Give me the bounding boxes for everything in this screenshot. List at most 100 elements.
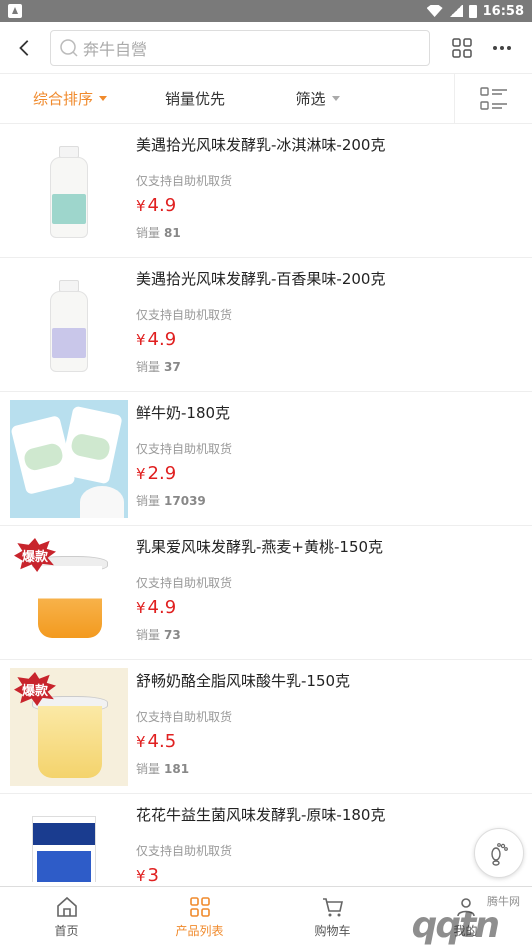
search-icon bbox=[60, 38, 78, 57]
price-value: 4.9 bbox=[147, 195, 177, 216]
cart-icon bbox=[322, 897, 343, 916]
tab-mine[interactable]: 我的 bbox=[399, 887, 532, 946]
product-image bbox=[10, 266, 128, 384]
product-image bbox=[10, 802, 128, 882]
product-price: ¥4.5 bbox=[136, 731, 532, 752]
back-arrow-icon bbox=[19, 39, 29, 56]
product-price: ¥3 bbox=[136, 865, 532, 886]
product-note: 仅支持自助机取货 bbox=[136, 710, 233, 724]
sales-count: 37 bbox=[164, 360, 181, 374]
product-note: 仅支持自助机取货 bbox=[136, 844, 233, 858]
search-input[interactable]: 奔牛自營 bbox=[50, 29, 430, 66]
back-button[interactable] bbox=[10, 33, 40, 63]
sales-label: 销量 bbox=[136, 494, 161, 508]
currency-symbol: ¥ bbox=[136, 867, 146, 885]
product-sales: 销量 73 bbox=[136, 626, 532, 643]
currency-symbol: ¥ bbox=[136, 733, 146, 751]
product-title: 花花牛益生菌风味发酵乳-原味-180克 bbox=[136, 806, 386, 824]
product-price: ¥4.9 bbox=[136, 597, 532, 618]
tab-cart[interactable]: 购物车 bbox=[266, 887, 399, 946]
product-image bbox=[10, 400, 128, 518]
caret-down-icon bbox=[99, 96, 107, 101]
product-image bbox=[10, 132, 128, 250]
view-toggle-button[interactable] bbox=[454, 73, 532, 124]
grid-icon bbox=[189, 896, 210, 917]
price-value: 4.9 bbox=[147, 329, 177, 350]
currency-symbol: ¥ bbox=[136, 197, 146, 215]
list-view-icon bbox=[479, 86, 507, 110]
tab-home[interactable]: 首页 bbox=[0, 887, 133, 946]
price-value: 4.9 bbox=[147, 597, 177, 618]
sales-label: 销量 bbox=[136, 628, 161, 642]
product-note: 仅支持自助机取货 bbox=[136, 442, 233, 456]
grid-icon bbox=[452, 37, 472, 58]
product-title: 乳果爱风味发酵乳-燕麦+黄桃-150克 bbox=[136, 538, 384, 556]
sales-label: 销量 bbox=[136, 226, 161, 240]
currency-symbol: ¥ bbox=[136, 465, 146, 483]
tab-bar: 首页 产品列表 购物车 我的 腾牛网 qqtn bbox=[0, 886, 532, 946]
search-placeholder: 奔牛自營 bbox=[83, 39, 148, 59]
product-title: 鲜牛奶-180克 bbox=[136, 404, 231, 422]
currency-symbol: ¥ bbox=[136, 331, 146, 349]
header: 奔牛自營 bbox=[0, 22, 532, 74]
sort-comprehensive[interactable]: 综合排序 bbox=[0, 88, 140, 109]
browse-history-button[interactable] bbox=[474, 828, 524, 878]
sales-count: 73 bbox=[164, 628, 181, 642]
product-item[interactable]: 爆款 乳果爱风味发酵乳-燕麦+黄桃-150克 仅支持自助机取货 ¥4.9 销量 7… bbox=[0, 526, 532, 660]
home-icon bbox=[56, 896, 77, 917]
product-image: 爆款 bbox=[10, 534, 128, 652]
product-sales: 销量 17039 bbox=[136, 492, 532, 509]
product-image: 爆款 bbox=[10, 668, 128, 786]
sort-bar: 综合排序 销量优先 筛选 bbox=[0, 73, 532, 124]
product-note: 仅支持自助机取货 bbox=[136, 174, 233, 188]
product-list: 美遇拾光风味发酵乳-冰淇淋味-200克 仅支持自助机取货 ¥4.9 销量 81 美… bbox=[0, 124, 532, 886]
status-bar: 16:58 bbox=[0, 0, 532, 22]
price-value: 2.9 bbox=[147, 463, 177, 484]
tab-cart-label: 购物车 bbox=[314, 923, 351, 938]
product-item[interactable]: 花花牛益生菌风味发酵乳-原味-180克 仅支持自助机取货 ¥3 bbox=[0, 794, 532, 886]
sales-count: 17039 bbox=[164, 494, 206, 508]
product-price: ¥4.9 bbox=[136, 195, 532, 216]
product-note: 仅支持自助机取货 bbox=[136, 308, 233, 322]
product-item[interactable]: 爆款 舒畅奶酪全脂风味酸牛乳-150克 仅支持自助机取货 ¥4.5 销量 181 bbox=[0, 660, 532, 794]
price-value: 3 bbox=[147, 865, 159, 886]
notification-icon bbox=[8, 4, 22, 18]
category-grid-button[interactable] bbox=[442, 30, 482, 66]
sort-comprehensive-label: 综合排序 bbox=[32, 90, 93, 108]
caret-down-icon bbox=[331, 96, 340, 101]
filter-label: 筛选 bbox=[295, 90, 326, 108]
sort-sales-label: 销量优先 bbox=[164, 90, 225, 108]
sales-label: 销量 bbox=[136, 360, 161, 374]
user-icon bbox=[456, 897, 475, 916]
price-value: 4.5 bbox=[147, 731, 177, 752]
product-title: 美遇拾光风味发酵乳-冰淇淋味-200克 bbox=[136, 136, 386, 154]
product-price: ¥4.9 bbox=[136, 329, 532, 350]
product-item[interactable]: 美遇拾光风味发酵乳-冰淇淋味-200克 仅支持自助机取货 ¥4.9 销量 81 bbox=[0, 124, 532, 258]
wifi-icon bbox=[426, 5, 443, 17]
tab-mine-label: 我的 bbox=[453, 923, 478, 938]
sales-label: 销量 bbox=[136, 762, 161, 776]
more-dots-icon bbox=[493, 45, 511, 50]
sales-count: 81 bbox=[164, 226, 181, 240]
product-note: 仅支持自助机取货 bbox=[136, 576, 233, 590]
filter-button[interactable]: 筛选 bbox=[250, 88, 385, 109]
product-sales: 销量 181 bbox=[136, 760, 532, 777]
tab-product-list-label: 产品列表 bbox=[175, 923, 224, 938]
product-item[interactable]: 鲜牛奶-180克 仅支持自助机取货 ¥2.9 销量 17039 bbox=[0, 392, 532, 526]
tab-product-list[interactable]: 产品列表 bbox=[133, 887, 266, 946]
product-title: 舒畅奶酪全脂风味酸牛乳-150克 bbox=[136, 672, 351, 690]
battery-icon bbox=[468, 4, 477, 18]
tab-home-label: 首页 bbox=[54, 923, 79, 938]
footprint-icon bbox=[491, 843, 508, 866]
product-price: ¥2.9 bbox=[136, 463, 532, 484]
status-time: 16:58 bbox=[482, 3, 524, 19]
sort-sales-first[interactable]: 销量优先 bbox=[140, 88, 250, 109]
currency-symbol: ¥ bbox=[136, 599, 146, 617]
product-sales: 销量 81 bbox=[136, 224, 532, 241]
more-button[interactable] bbox=[482, 30, 522, 66]
product-sales: 销量 37 bbox=[136, 358, 532, 375]
product-item[interactable]: 美遇拾光风味发酵乳-百香果味-200克 仅支持自助机取货 ¥4.9 销量 37 bbox=[0, 258, 532, 392]
sales-count: 181 bbox=[164, 762, 190, 776]
signal-icon bbox=[448, 5, 463, 17]
product-title: 美遇拾光风味发酵乳-百香果味-200克 bbox=[136, 270, 386, 288]
